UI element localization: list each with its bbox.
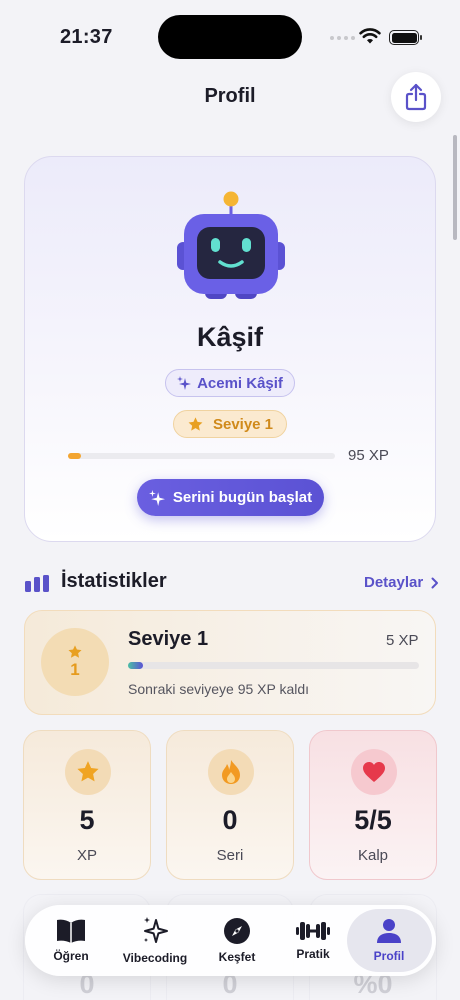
- level-circle: 1: [41, 628, 109, 696]
- rank-badge: Acemi Kâşif: [165, 369, 295, 397]
- robot-avatar: [177, 191, 285, 299]
- start-streak-button[interactable]: Serini bugün başlat: [137, 479, 324, 516]
- scroll-indicator[interactable]: [453, 135, 457, 240]
- share-button[interactable]: [391, 72, 441, 122]
- stats-title: İstatistikler: [61, 570, 167, 592]
- stat-tile-streak[interactable]: 0 Seri: [166, 730, 294, 880]
- tab-explore[interactable]: Keşfet: [213, 905, 261, 976]
- compass-icon: [224, 918, 250, 944]
- status-bar: 21:37: [0, 0, 460, 70]
- heart-icon: [351, 749, 397, 795]
- status-time: 21:37: [60, 26, 113, 48]
- stat-value: 0: [222, 805, 238, 835]
- stat-label: Kalp: [357, 847, 389, 864]
- wifi-icon: [359, 28, 381, 44]
- profile-name: Kâşif: [196, 322, 264, 352]
- tab-label: Öğren: [53, 949, 89, 963]
- details-label: Detaylar: [364, 574, 424, 591]
- stat-label: XP: [76, 847, 97, 864]
- tab-label: Keşfet: [218, 950, 256, 964]
- level-card-title: Seviye 1: [128, 628, 209, 650]
- tab-label: Vibecoding: [122, 951, 188, 965]
- stat-value: 5: [79, 805, 95, 835]
- level-number: 1: [70, 660, 80, 679]
- stats-chart-icon: [25, 575, 49, 592]
- tab-profile[interactable]: Profil: [365, 905, 413, 976]
- xp-label: 95 XP: [348, 447, 389, 464]
- stat-label: Seri: [216, 847, 244, 864]
- share-icon: [405, 83, 427, 111]
- level-card-xp: 5 XP: [386, 632, 419, 649]
- book-icon: [57, 919, 85, 943]
- cellular-signal-icon: [330, 36, 355, 40]
- start-streak-label: Serini bugün başlat: [172, 489, 313, 506]
- xp-progress-bar: [68, 453, 335, 459]
- details-link[interactable]: Detaylar: [364, 574, 439, 591]
- stat-tile-xp[interactable]: 5 XP: [23, 730, 151, 880]
- sparkles-icon: [144, 917, 168, 943]
- tab-learn[interactable]: Öğren: [47, 905, 95, 976]
- level-label: Seviye 1: [212, 415, 274, 433]
- tab-vibecoding[interactable]: Vibecoding: [117, 905, 193, 976]
- flame-icon: [208, 749, 254, 795]
- chevron-right-icon: [431, 577, 439, 588]
- level-badge: Seviye 1: [173, 410, 287, 438]
- dynamic-island: [158, 15, 302, 59]
- star-icon: [188, 416, 203, 431]
- tab-bar: Öğren Vibecoding Keşfet Pratik Profil: [25, 905, 436, 976]
- star-icon: [68, 645, 82, 658]
- tab-label: Profil: [373, 949, 405, 963]
- dumbbell-icon: [296, 922, 330, 940]
- level-progress-bar: [128, 662, 419, 669]
- stat-value: 5/5: [354, 805, 392, 835]
- rank-label: Acemi Kâşif: [197, 374, 283, 392]
- stat-tile-hearts[interactable]: 5/5 Kalp: [309, 730, 437, 880]
- star-icon: [65, 749, 111, 795]
- sparkles-icon: [177, 376, 192, 390]
- battery-icon: [389, 30, 422, 45]
- sparkles-icon: [148, 489, 165, 506]
- tab-practice[interactable]: Pratik: [289, 905, 337, 976]
- level-remaining-text: Sonraki seviyeye 95 XP kaldı: [128, 681, 310, 697]
- tab-label: Pratik: [296, 947, 330, 961]
- person-icon: [377, 919, 401, 943]
